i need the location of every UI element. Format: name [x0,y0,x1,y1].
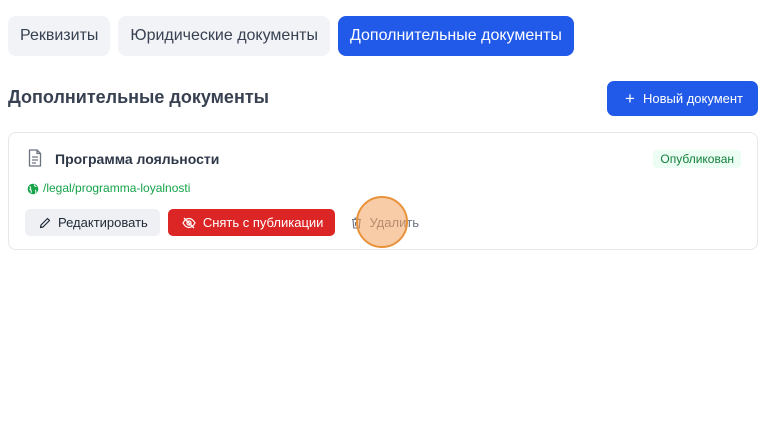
trash-icon [352,216,362,229]
document-public-link[interactable]: /legal/programma-loyalnosti [43,181,190,195]
delete-label: Удалить [369,215,420,230]
globe-icon [27,183,39,195]
plus-icon: + [625,89,635,108]
edit-button[interactable]: Редактировать [25,209,160,236]
tab-requisites[interactable]: Реквизиты [8,16,111,56]
tab-bar: Реквизиты Юридические документы Дополнит… [8,16,574,56]
edit-label: Редактировать [58,215,148,230]
new-document-label: Новый документ [642,91,743,106]
page-title: Дополнительные документы [8,87,269,107]
status-badge: Опубликован [653,150,741,168]
new-document-button[interactable]: + Новый документ [607,81,758,116]
document-card: Программа лояльности Опубликован /legal/… [8,132,758,250]
section-header: Дополнительные документы + Новый докумен… [8,81,758,116]
pencil-icon [39,217,51,228]
delete-button[interactable]: Удалить [343,209,427,236]
file-text-icon [28,149,42,167]
tab-legal-documents[interactable]: Юридические документы [118,16,330,56]
document-title: Программа лояльности [55,151,220,167]
unpublish-label: Снять с публикации [202,215,324,230]
document-actions: Редактировать Снять с публикации Удалить [25,209,427,236]
eye-off-icon [182,217,196,228]
tab-additional-documents[interactable]: Дополнительные документы [338,16,574,56]
unpublish-button[interactable]: Снять с публикации [167,209,336,236]
